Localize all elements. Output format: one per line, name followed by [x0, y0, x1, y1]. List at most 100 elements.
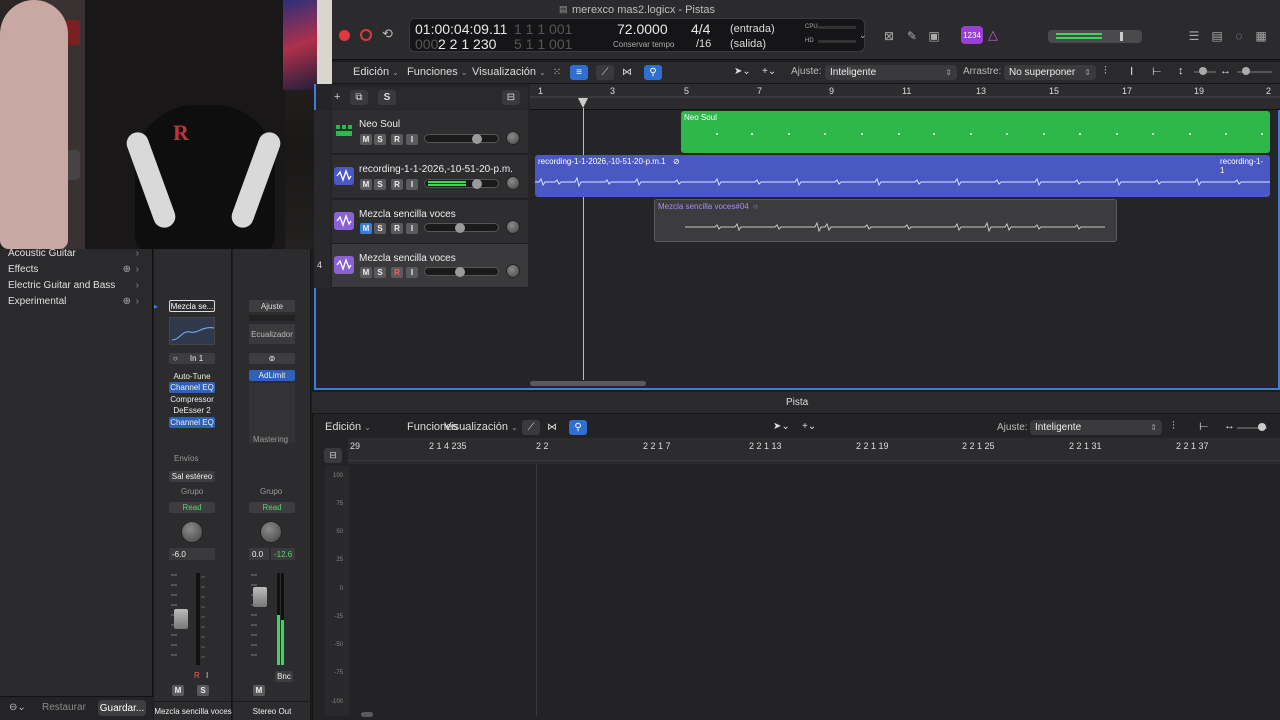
catch-icon[interactable]: ⚲: [644, 65, 662, 80]
volume-handle[interactable]: [472, 179, 482, 189]
mute-button[interactable]: M: [360, 134, 372, 145]
replace-record-button[interactable]: [360, 29, 372, 41]
editor-ruler[interactable]: 29 2 1 4 235 2 2 2 2 1 7 2 2 1 13 2 2 1 …: [348, 438, 1280, 464]
solo-button[interactable]: S: [374, 223, 386, 234]
duplicate-track-icon[interactable]: ⧉: [350, 90, 368, 105]
flex-icon[interactable]: ⋈: [543, 420, 561, 435]
library-item-acoustic-guitar[interactable]: Acoustic Guitar ›: [0, 245, 153, 261]
mute-button[interactable]: M: [360, 223, 372, 234]
input-slot[interactable]: ○ In 1: [169, 353, 215, 364]
track-volume-slider[interactable]: [424, 179, 499, 188]
lcd-menu-chevron-icon[interactable]: ⌄: [859, 30, 867, 41]
pointer-tool-icon[interactable]: ➤⌄: [734, 66, 751, 77]
track-volume-slider[interactable]: [424, 134, 499, 143]
mute-button[interactable]: M: [360, 179, 372, 190]
pan-knob[interactable]: [260, 521, 282, 543]
editor-snap-select[interactable]: Inteligente ⇕: [1030, 420, 1162, 435]
plugin-slot[interactable]: Compressor: [169, 394, 215, 405]
peak-readout[interactable]: -12.6: [271, 548, 295, 560]
bounce-button[interactable]: Bnc: [275, 671, 293, 682]
automation-slot[interactable]: Read: [169, 502, 215, 513]
output-slot[interactable]: Sal estéreo: [169, 471, 215, 482]
notepad-icon[interactable]: ▤: [1208, 27, 1226, 45]
region-recording[interactable]: recording-1-1-2026,-10-51-20-p.m.1 ⊘ rec…: [535, 155, 1270, 197]
input-monitor-button[interactable]: I: [406, 134, 418, 145]
pan-knob[interactable]: [506, 176, 520, 190]
record-icon[interactable]: R: [194, 671, 200, 680]
library-item-effects[interactable]: Effects ⊕ ›: [0, 261, 153, 277]
record-enable-button[interactable]: R: [391, 179, 403, 190]
list-editors-icon[interactable]: ☰: [1185, 27, 1203, 45]
vertical-zoom-icon[interactable]: Ⅰ: [1130, 65, 1133, 78]
solo-button[interactable]: S: [197, 685, 209, 696]
global-solo-button[interactable]: S: [378, 90, 396, 105]
waveform-zoom-icon[interactable]: ⫶: [1104, 65, 1107, 78]
grid-view-icon[interactable]: ⁙: [548, 65, 566, 80]
horizontal-zoom-handle[interactable]: [1242, 67, 1250, 75]
automation-icon[interactable]: ⟋: [522, 420, 540, 435]
track-folder-icon[interactable]: ⊟: [502, 90, 520, 105]
volume-handle[interactable]: [472, 134, 482, 144]
pan-knob[interactable]: [506, 220, 520, 234]
timeline-ruler[interactable]: 1 3 5 7 9 11 13 15 17 19 2: [530, 84, 1280, 110]
plugin-slot[interactable]: AdLimit: [249, 370, 295, 381]
solo-button[interactable]: S: [374, 134, 386, 145]
editor-zoom-handle[interactable]: [1258, 423, 1266, 431]
tracks-horizontal-scrollbar[interactable]: [530, 381, 646, 386]
track-name[interactable]: Neo Soul: [359, 119, 400, 130]
track-header-recording[interactable]: recording-1-1-2026,-10-51-20-p.m. M S R …: [332, 155, 528, 199]
mute-button[interactable]: M: [172, 685, 184, 696]
eq-thumbnail[interactable]: Ecualizador: [249, 324, 295, 344]
lcd-display[interactable]: 01:00:04:09.11 1 1 1 001 000 2 2 1 230 5…: [409, 18, 865, 52]
editor-track-icon[interactable]: ⊟: [324, 448, 342, 463]
channel-name[interactable]: Stereo Out: [233, 701, 311, 720]
record-enable-button[interactable]: R: [391, 134, 403, 145]
restore-button[interactable]: Restaurar: [42, 702, 86, 713]
plugin-slot[interactable]: Auto-Tune: [169, 371, 215, 382]
track-header-neo-soul[interactable]: Neo Soul M S R I: [332, 110, 528, 154]
tuner-icon[interactable]: ⊠: [880, 27, 898, 45]
metronome-icon[interactable]: △: [988, 27, 998, 43]
volume-readout[interactable]: -6.0: [169, 548, 215, 560]
mute-button[interactable]: M: [253, 685, 265, 696]
expand-arrow-icon[interactable]: ▸: [154, 302, 158, 311]
eq-thumbnail[interactable]: [169, 317, 215, 345]
mute-button[interactable]: M: [360, 267, 372, 278]
setting-button[interactable]: Mezcla se...: [169, 300, 215, 312]
input-monitor-button[interactable]: I: [406, 179, 418, 190]
record-enable-button[interactable]: R: [391, 223, 403, 234]
solo-button[interactable]: S: [374, 267, 386, 278]
volume-handle[interactable]: [455, 267, 465, 277]
master-volume-handle[interactable]: [1120, 32, 1123, 41]
input-monitor-button[interactable]: I: [406, 267, 418, 278]
plugin-slot[interactable]: DeEsser 2: [169, 405, 215, 416]
pan-knob[interactable]: [506, 264, 520, 278]
pencil-icon[interactable]: ✎: [903, 27, 921, 45]
volume-handle[interactable]: [455, 223, 465, 233]
library-item-experimental[interactable]: Experimental ⊕ ›: [0, 293, 153, 309]
cycle-icon[interactable]: ⟲: [382, 26, 393, 42]
drag-select[interactable]: No superponer ⇕: [1004, 65, 1096, 80]
list-icon[interactable]: ▣: [925, 27, 943, 45]
list-view-icon[interactable]: ≡: [570, 65, 588, 80]
snap-select[interactable]: Inteligente ⇕: [825, 65, 957, 80]
secondary-tool-icon[interactable]: +⌄: [802, 421, 816, 432]
automation-slot[interactable]: Read: [249, 502, 295, 513]
region-mezcla[interactable]: Mezcla sencilla voces#04 ○: [654, 199, 1117, 242]
download-icon[interactable]: ⊕: [123, 296, 131, 307]
record-enable-button[interactable]: R: [391, 267, 403, 278]
input-monitor-icon[interactable]: I: [206, 671, 208, 680]
track-name[interactable]: Mezcla sencilla voces: [359, 209, 456, 220]
library-item-electric-guitar-bass[interactable]: Electric Guitar and Bass ›: [0, 277, 153, 293]
browser-icon[interactable]: ▦: [1252, 27, 1270, 45]
pan-knob[interactable]: [506, 131, 520, 145]
track-name[interactable]: recording-1-1-2026,-10-51-20-p.m.: [359, 164, 513, 175]
pan-knob[interactable]: [181, 521, 203, 543]
track-header-mezcla-2[interactable]: Mezcla sencilla voces M S R I: [332, 244, 528, 288]
edit-menu[interactable]: Edición ⌄: [353, 66, 399, 78]
horizontal-zoom-icon[interactable]: ⊢: [1199, 420, 1209, 433]
catch-icon[interactable]: ⚲: [569, 420, 587, 435]
waveform-zoom-icon[interactable]: ⫶: [1172, 420, 1175, 433]
editor-edit-menu[interactable]: Edición ⌄: [325, 421, 371, 433]
horizontal-arrows-icon[interactable]: ↔: [1224, 420, 1235, 432]
